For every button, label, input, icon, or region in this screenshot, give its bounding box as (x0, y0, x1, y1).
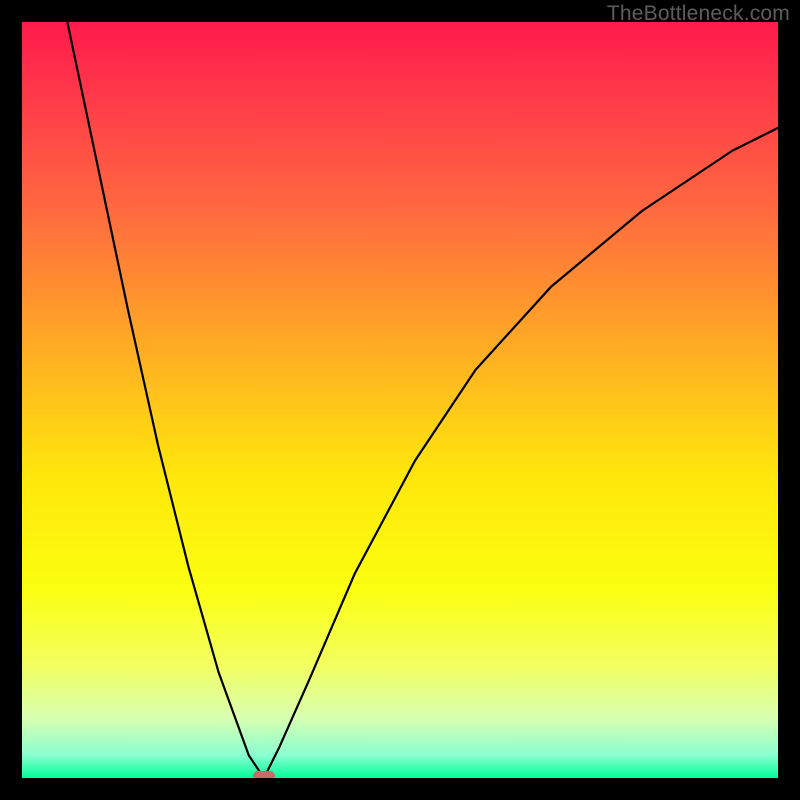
plot-area (22, 22, 778, 778)
minimum-marker (253, 771, 275, 778)
bottleneck-curve (22, 22, 778, 778)
black-frame: TheBottleneck.com (0, 0, 800, 800)
